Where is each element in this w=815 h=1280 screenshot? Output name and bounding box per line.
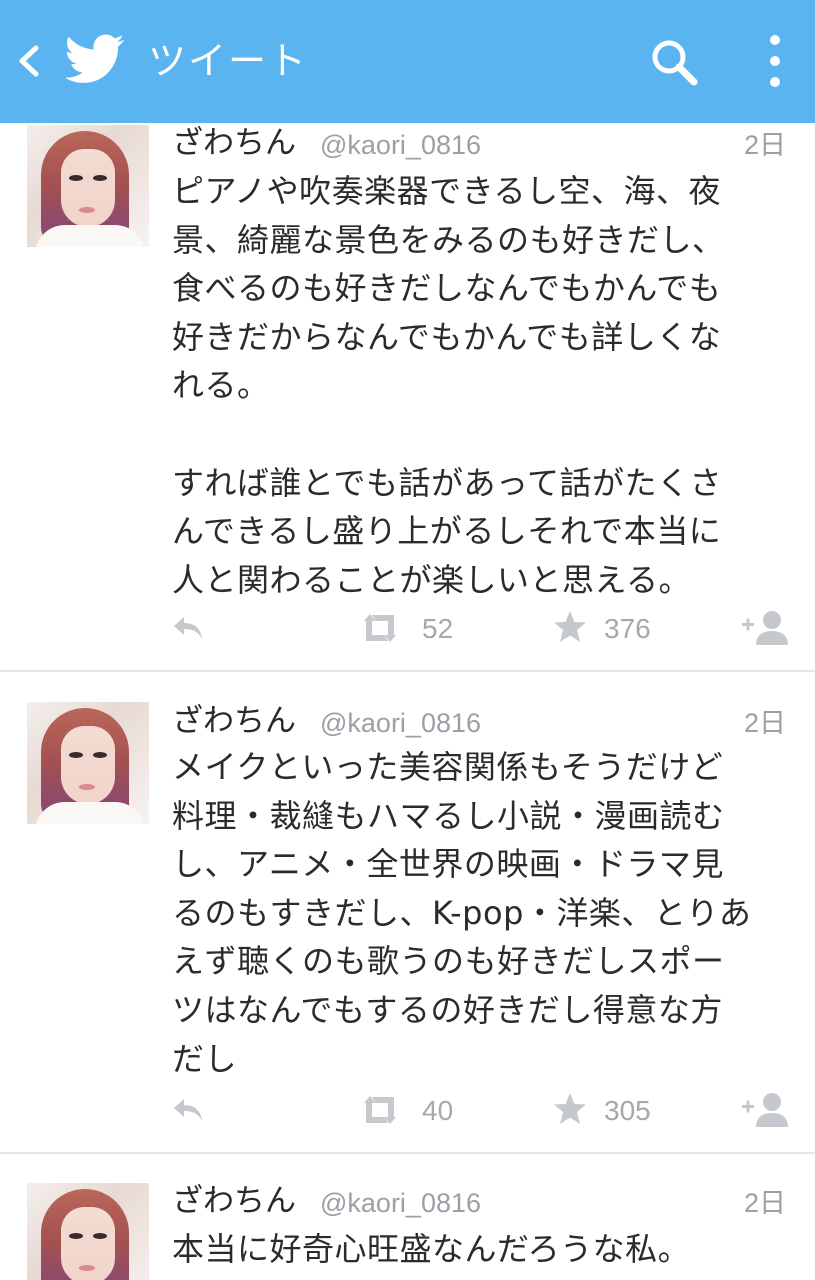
favorite-count: 376 <box>604 613 651 644</box>
retweet-icon[interactable] <box>358 1093 402 1127</box>
retweet-count: 52 <box>422 613 454 644</box>
tweet-time: 2日 <box>743 130 786 160</box>
display-name[interactable]: ざわちん <box>172 123 296 163</box>
overflow-menu-icon[interactable] <box>764 34 786 88</box>
reply-icon[interactable] <box>170 1095 206 1125</box>
retweet-count: 40 <box>422 1095 454 1126</box>
favorite-star-icon[interactable] <box>552 609 588 645</box>
back-icon[interactable] <box>14 44 44 78</box>
user-handle[interactable]: @kaori_0816 <box>320 1183 481 1223</box>
avatar[interactable] <box>27 1183 149 1280</box>
tweet-item[interactable]: ざわちん @kaori_0816 2日 本当に好奇心旺盛なんだろうな私。 <box>0 1181 815 1280</box>
screen-title: ツイート <box>148 39 309 83</box>
retweet-icon[interactable] <box>358 611 402 645</box>
tweet-actions: 52 376 <box>170 609 790 649</box>
tweet-text: メイクといった美容関係もそうだけど 料理・裁縫もハマるし小説・漫画読む し、アニ… <box>172 748 752 1078</box>
avatar[interactable] <box>27 125 149 247</box>
tweet-time: 2日 <box>743 1188 786 1218</box>
avatar[interactable] <box>27 702 149 824</box>
user-handle[interactable]: @kaori_0816 <box>320 125 481 165</box>
search-icon[interactable] <box>648 36 700 88</box>
follow-user-icon[interactable] <box>740 1091 790 1129</box>
tweet-feed[interactable]: ざわちん @kaori_0816 2日 ピアノや吹奏楽器できるし空、海、夜 景、… <box>0 123 815 1280</box>
tweet-time: 2日 <box>743 708 786 738</box>
tweet-text: ピアノや吹奏楽器できるし空、海、夜 景、綺麗な景色をみるのも好きだし、 食べるの… <box>172 172 725 599</box>
tweet-actions: 40 305 <box>170 1091 790 1131</box>
tweet-divider <box>0 670 815 672</box>
reply-icon[interactable] <box>170 613 206 643</box>
user-handle[interactable]: @kaori_0816 <box>320 703 481 743</box>
follow-user-icon[interactable] <box>740 609 790 647</box>
display-name[interactable]: ざわちん <box>172 701 296 741</box>
favorite-star-icon[interactable] <box>552 1091 588 1127</box>
display-name[interactable]: ざわちん <box>172 1181 296 1221</box>
app-bar: ツイート <box>0 0 815 123</box>
tweet-item[interactable]: ざわちん @kaori_0816 2日 メイクといった美容関係もそうだけど 料理… <box>0 701 815 1153</box>
twitter-bird-icon <box>66 34 124 83</box>
tweet-text: 本当に好奇心旺盛なんだろうな私。 <box>172 1230 691 1268</box>
tweet-divider <box>0 1152 815 1154</box>
tweet-item[interactable]: ざわちん @kaori_0816 2日 ピアノや吹奏楽器できるし空、海、夜 景、… <box>0 123 815 671</box>
favorite-count: 305 <box>604 1095 651 1126</box>
